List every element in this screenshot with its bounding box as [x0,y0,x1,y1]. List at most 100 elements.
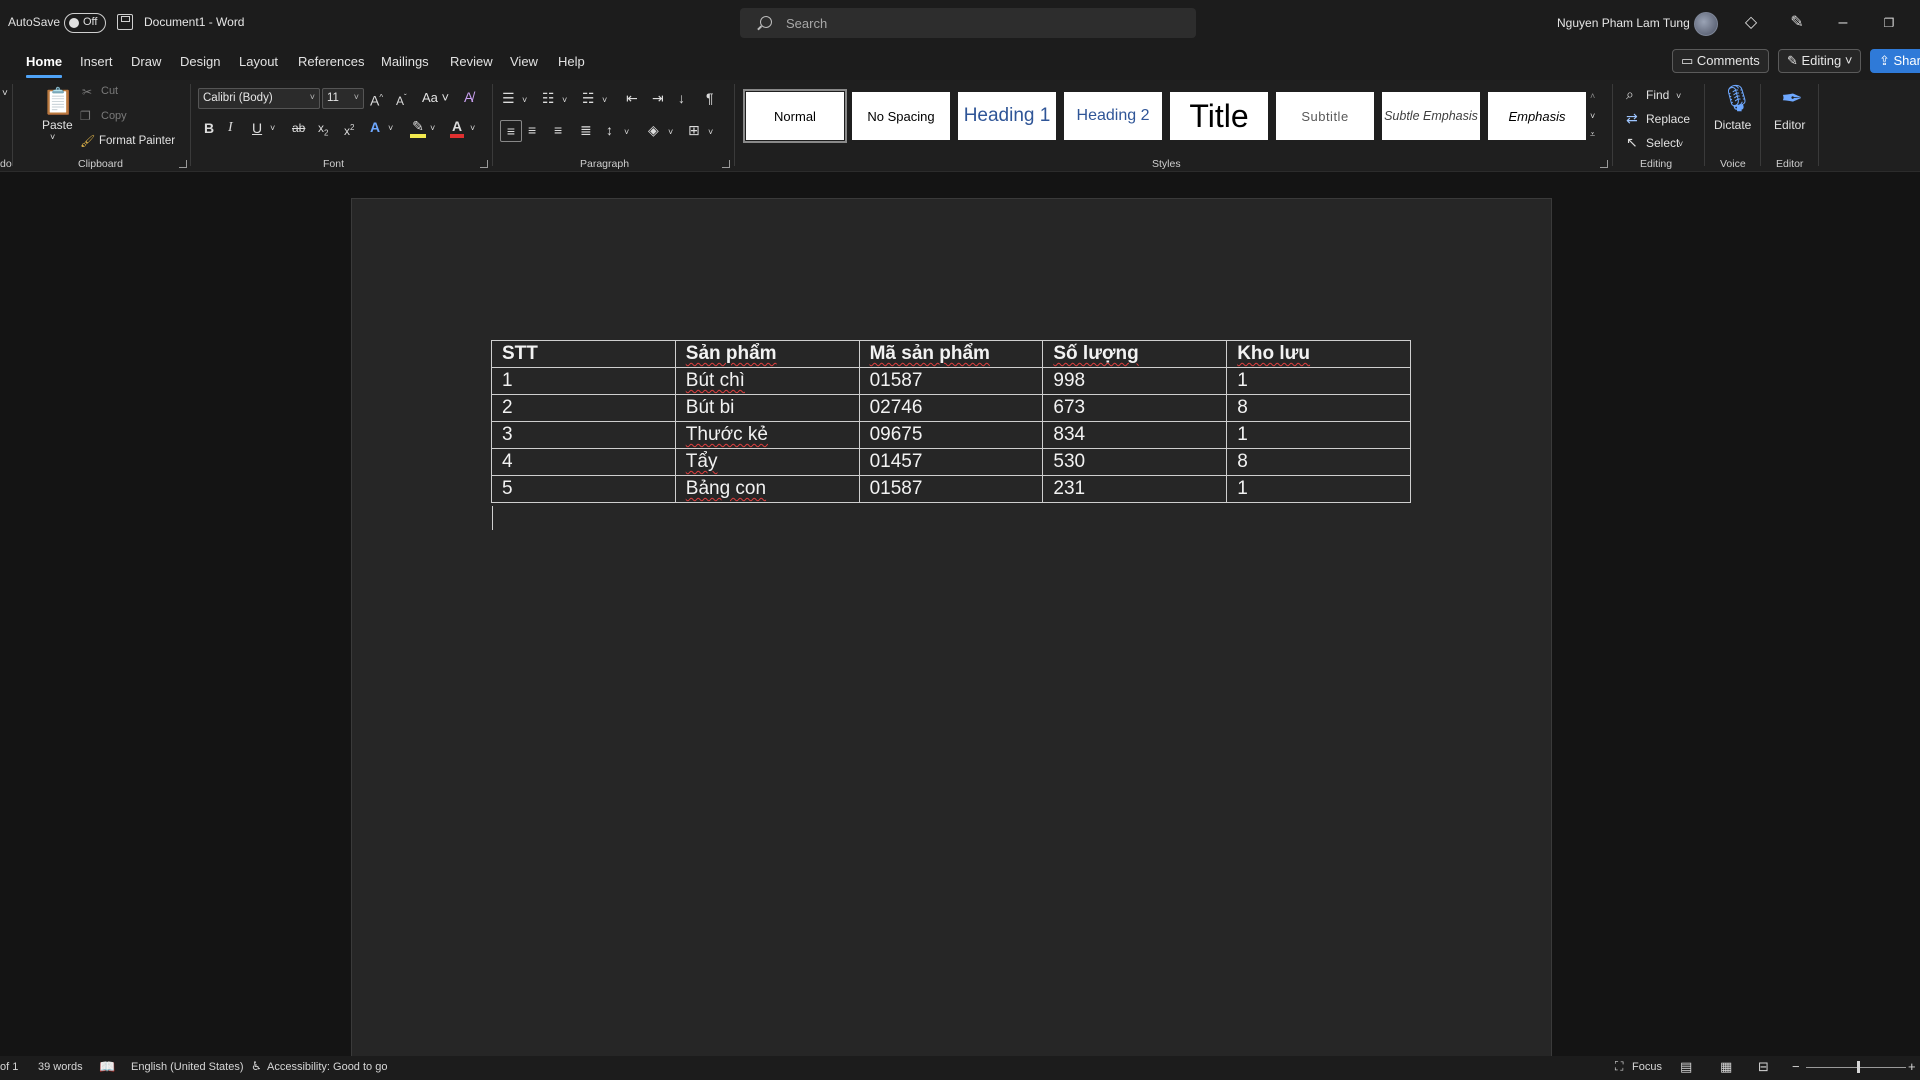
style-subtitle[interactable]: Subtitle [1276,92,1374,140]
find-button[interactable]: Find [1646,88,1669,102]
search-box[interactable]: Search [740,8,1196,38]
paragraph-dialog-launcher[interactable] [722,160,730,168]
editor-pen-icon[interactable]: ✒ [1776,82,1808,114]
select-button[interactable]: Select [1646,136,1679,150]
styles-scroll-down-icon[interactable]: ˅ [1590,108,1595,124]
zoom-in-button[interactable]: + [1908,1059,1916,1074]
autosave-toggle[interactable]: Off [64,13,106,33]
table-cell[interactable]: 530 [1042,448,1228,476]
table-header-cell[interactable]: Số lượng [1042,340,1228,368]
underline-icon[interactable]: U [252,120,262,136]
table-cell[interactable]: Tẩy [674,448,860,476]
change-case-button[interactable]: Aa ˅ [422,90,449,105]
superscript-icon[interactable]: x2 [344,120,354,139]
word-count[interactable]: 39 words [38,1061,83,1073]
paste-icon[interactable]: 📋 [42,86,74,116]
table-cell[interactable]: 5 [491,475,676,503]
style-subtle-emphasis[interactable]: Subtle Emphasis [1382,92,1480,140]
web-layout-icon[interactable]: ⊟ [1758,1059,1769,1075]
table-header-cell[interactable]: Kho lưu [1226,340,1411,368]
strikethrough-icon[interactable]: ab [292,120,305,136]
minimize-icon[interactable]: – [1832,12,1854,34]
diamond-icon[interactable]: ◇ [1740,12,1762,34]
chevron-down-icon[interactable]: ˅ [1678,136,1683,152]
table-cell[interactable]: 8 [1226,448,1411,476]
chevron-down-icon[interactable]: ˅ [430,120,435,136]
subscript-icon[interactable]: x2 [318,120,328,141]
accessibility-status[interactable]: Accessibility: Good to go [267,1061,387,1073]
table-cell[interactable]: Bút bi [674,394,860,422]
chevron-down-icon[interactable]: ˅ [1676,88,1681,104]
sort-icon[interactable]: ↓ [678,90,685,106]
comments-button[interactable]: ▭ Comments [1672,49,1769,73]
chevron-down-icon[interactable]: ˅ [522,92,527,108]
table-cell[interactable]: 1 [491,367,676,395]
chevron-down-icon[interactable]: ˅ [388,120,393,136]
increase-indent-icon[interactable]: ⇥ [652,90,664,106]
tab-help[interactable]: Help [558,54,585,69]
replace-button[interactable]: Replace [1646,112,1690,126]
font-dialog-launcher[interactable] [480,160,488,168]
styles-more-icon[interactable]: ⩡ [1590,126,1595,142]
table-cell[interactable]: 8 [1226,394,1411,422]
format-painter-button[interactable]: Format Painter [99,135,175,147]
table-cell[interactable]: Bảng con [674,475,860,503]
tab-draw[interactable]: Draw [131,54,161,69]
product-table[interactable]: STT Sản phẩm Mã sản phẩm Số lượng Kho lư… [491,340,1411,503]
table-cell[interactable]: 998 [1042,367,1228,395]
font-color-icon[interactable]: A [450,118,464,138]
show-formatting-marks-icon[interactable]: ¶ [706,90,714,106]
chevron-down-icon[interactable]: ˅ [602,92,607,108]
highlight-icon[interactable]: ✎ [410,118,426,138]
table-cell[interactable]: 1 [1226,421,1411,449]
avatar[interactable] [1694,12,1718,36]
pen-icon[interactable]: ✎ [1786,12,1808,34]
table-header-cell[interactable]: Sản phẩm [674,340,860,368]
copy-button[interactable]: Copy [101,110,127,122]
table-header-cell[interactable]: STT [491,340,676,368]
table-cell[interactable]: 2 [491,394,676,422]
zoom-slider-thumb[interactable] [1857,1061,1860,1073]
document-page[interactable] [351,198,1552,1058]
bullets-icon[interactable]: ☰ [502,90,515,106]
table-cell[interactable]: 1 [1226,367,1411,395]
table-cell[interactable]: 834 [1042,421,1228,449]
chevron-down-icon[interactable]: ˅ [470,120,475,136]
line-spacing-icon[interactable]: ↕ [606,122,613,138]
style-emphasis[interactable]: Emphasis [1488,92,1586,140]
font-size-dropdown[interactable]: 11 ˅ [322,88,364,109]
tab-mailings[interactable]: Mailings [381,54,429,69]
page-count[interactable]: of 1 [0,1061,18,1073]
table-cell[interactable]: 02746 [858,394,1044,422]
align-left-icon[interactable]: ≡ [500,120,522,142]
restore-icon[interactable]: ❐ [1878,12,1900,34]
table-cell[interactable]: 01457 [858,448,1044,476]
print-layout-icon[interactable]: ▦ [1720,1059,1732,1075]
tab-layout[interactable]: Layout [239,54,278,69]
tab-design[interactable]: Design [180,54,220,69]
chevron-down-icon[interactable]: ˅ [708,124,713,140]
justify-icon[interactable]: ≣ [580,122,592,138]
styles-scroll-up-icon[interactable]: ˄ [1590,88,1595,104]
shrink-font-icon[interactable]: Aˇ [396,90,407,109]
table-cell[interactable]: 1 [1226,475,1411,503]
align-center-icon[interactable]: ≡ [528,122,536,138]
user-name[interactable]: Nguyen Pham Lam Tung [1557,16,1690,30]
table-cell[interactable]: 4 [491,448,676,476]
bold-icon[interactable]: B [204,120,214,136]
tab-insert[interactable]: Insert [80,54,113,69]
tab-home[interactable]: Home [26,54,63,78]
align-right-icon[interactable]: ≡ [554,122,562,138]
multilevel-list-icon[interactable]: ☵ [582,90,595,106]
style-heading-1[interactable]: Heading 1 [958,92,1056,140]
table-cell[interactable]: 231 [1042,475,1228,503]
paste-dropdown-icon[interactable]: ˅ [50,132,55,142]
chevron-down-icon[interactable]: ˅ [562,92,567,108]
undo-dropdown-icon[interactable]: ˅ [2,88,8,99]
numbering-icon[interactable]: ☷ [542,90,555,106]
tab-review[interactable]: Review [450,54,493,69]
font-name-dropdown[interactable]: Calibri (Body) ˅ [198,88,320,109]
dictate-button[interactable]: Dictate [1714,118,1751,132]
cut-button[interactable]: Cut [101,85,118,97]
table-cell[interactable]: Thước kẻ [674,421,860,449]
